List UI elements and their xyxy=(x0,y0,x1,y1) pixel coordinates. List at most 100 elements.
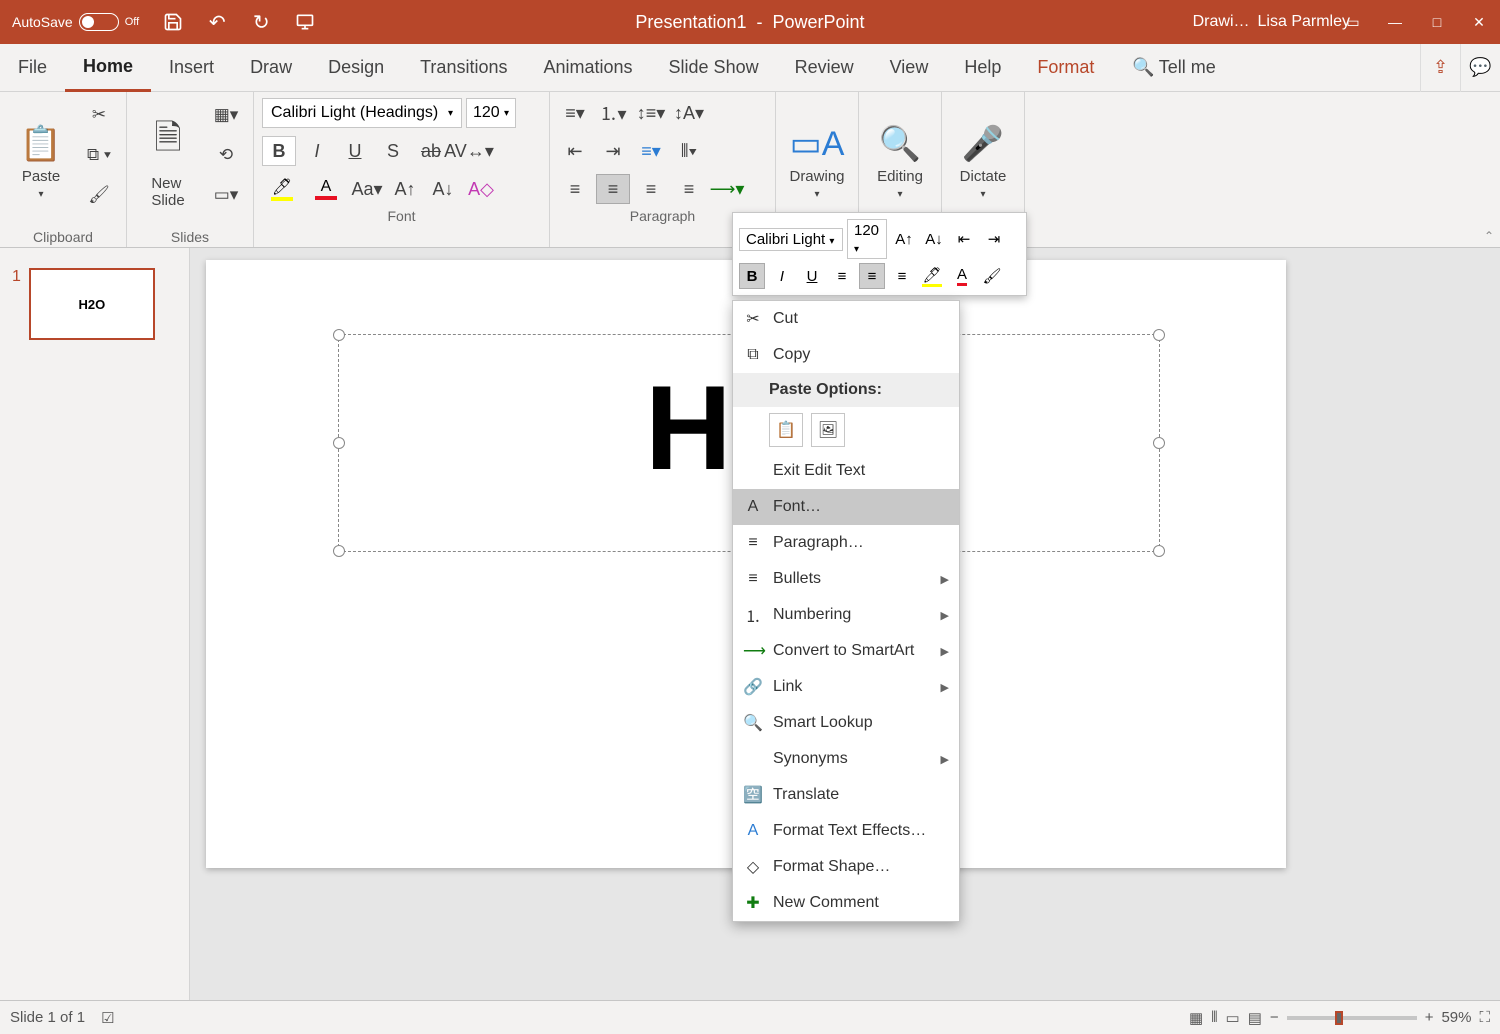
resize-handle-w[interactable] xyxy=(333,437,345,449)
slide-counter[interactable]: Slide 1 of 1 xyxy=(10,1009,85,1026)
zoom-out-button[interactable]: − xyxy=(1270,1009,1279,1026)
view-sorter-icon[interactable]: ⫴ xyxy=(1211,1009,1217,1026)
ctx-numbering[interactable]: ⒈Numbering▶ xyxy=(733,597,959,633)
mini-underline[interactable]: U xyxy=(799,263,825,289)
mini-font-color[interactable]: A xyxy=(949,263,975,289)
close-icon[interactable]: ✕ xyxy=(1458,0,1500,44)
tab-view[interactable]: View xyxy=(872,44,947,92)
comments-icon[interactable]: 💬 xyxy=(1460,44,1500,92)
mini-dec-indent[interactable]: ⇤ xyxy=(951,226,977,252)
dictate-button[interactable]: 🎤Dictate▾ xyxy=(950,98,1016,225)
ctx-link[interactable]: 🔗Link▶ xyxy=(733,669,959,705)
zoom-in-button[interactable]: + xyxy=(1425,1009,1434,1026)
ctx-new-comment[interactable]: ✚New Comment xyxy=(733,885,959,921)
slide-thumbnail-pane[interactable]: 1 H2O xyxy=(0,248,190,1000)
slide-thumbnail-1[interactable]: H2O xyxy=(29,268,155,340)
paste-button[interactable]: 📋 Paste ▾ xyxy=(8,98,74,225)
maximize-icon[interactable]: □ xyxy=(1416,0,1458,44)
toggle-switch[interactable] xyxy=(79,13,119,31)
underline-button[interactable]: U xyxy=(338,136,372,166)
share-icon[interactable]: ⇪ xyxy=(1420,44,1460,92)
highlight-button[interactable]: 🖊 xyxy=(262,177,302,201)
view-reading-icon[interactable]: ▭ xyxy=(1226,1009,1240,1027)
tab-design[interactable]: Design xyxy=(310,44,402,92)
ctx-synonyms[interactable]: Synonyms▶ xyxy=(733,741,959,777)
redo-icon[interactable]: ↻ xyxy=(239,0,283,44)
smartart-button[interactable]: ⟶▾ xyxy=(710,174,744,204)
bullets-button[interactable]: ≡▾ xyxy=(558,98,592,128)
paste-picture-icon[interactable]: 🖼 xyxy=(811,413,845,447)
mini-highlight[interactable]: 🖊 xyxy=(919,263,945,289)
ctx-bullets[interactable]: ≡Bullets▶ xyxy=(733,561,959,597)
mini-format-painter[interactable]: 🖌 xyxy=(979,263,1005,289)
layout-icon[interactable]: ▦▾ xyxy=(207,98,245,132)
new-slide-button[interactable]: 🗎 New Slide xyxy=(135,98,201,225)
align-center-button[interactable]: ≡ xyxy=(596,174,630,204)
resize-handle-ne[interactable] xyxy=(1153,329,1165,341)
mini-font-name[interactable]: Calibri Light ▾ xyxy=(739,228,843,251)
editing-button[interactable]: 🔍Editing▾ xyxy=(867,98,933,225)
shrink-font-button[interactable]: A↓ xyxy=(426,174,460,204)
tab-insert[interactable]: Insert xyxy=(151,44,232,92)
ribbon-options-icon[interactable]: ▭ xyxy=(1332,0,1374,44)
resize-handle-sw[interactable] xyxy=(333,545,345,557)
minimize-icon[interactable]: — xyxy=(1374,0,1416,44)
mini-shrink-font[interactable]: A↓ xyxy=(921,226,947,252)
mini-font-size[interactable]: 120 ▾ xyxy=(847,219,887,259)
view-normal-icon[interactable]: ▦ xyxy=(1189,1009,1203,1027)
resize-handle-e[interactable] xyxy=(1153,437,1165,449)
clear-formatting-button[interactable]: A◇ xyxy=(464,174,498,204)
paste-keep-source-icon[interactable]: 📋 xyxy=(769,413,803,447)
ctx-font[interactable]: AFont… xyxy=(733,489,959,525)
mini-bold[interactable]: B xyxy=(739,263,765,289)
resize-handle-se[interactable] xyxy=(1153,545,1165,557)
align-left-button[interactable]: ≡ xyxy=(558,174,592,204)
ctx-text-effects[interactable]: AFormat Text Effects… xyxy=(733,813,959,849)
section-icon[interactable]: ▭▾ xyxy=(207,178,245,212)
format-painter-icon[interactable]: 🖌 xyxy=(80,178,118,212)
increase-indent-button[interactable]: ⇥ xyxy=(596,136,630,166)
line-spacing-button[interactable]: ↕≡▾ xyxy=(634,98,668,128)
align-right-button[interactable]: ≡ xyxy=(634,174,668,204)
ctx-smartart[interactable]: ⟶Convert to SmartArt▶ xyxy=(733,633,959,669)
numbering-button[interactable]: ⒈▾ xyxy=(596,98,630,128)
ctx-cut[interactable]: ✂Cut xyxy=(733,301,959,337)
slide-title-text[interactable]: H xyxy=(645,359,732,497)
italic-button[interactable]: I xyxy=(300,136,334,166)
cut-icon[interactable]: ✂ xyxy=(80,98,118,132)
mini-inc-indent[interactable]: ⇥ xyxy=(981,226,1007,252)
tab-format[interactable]: Format xyxy=(1019,44,1112,92)
reset-icon[interactable]: ⟲ xyxy=(207,138,245,172)
grow-font-button[interactable]: A↑ xyxy=(388,174,422,204)
decrease-indent-button[interactable]: ⇤ xyxy=(558,136,592,166)
ctx-paragraph[interactable]: ≡Paragraph… xyxy=(733,525,959,561)
mini-italic[interactable]: I xyxy=(769,263,795,289)
mini-align-left[interactable]: ≡ xyxy=(829,263,855,289)
tab-home[interactable]: Home xyxy=(65,44,151,92)
drawing-button[interactable]: ▭ADrawing▾ xyxy=(784,98,850,225)
font-name-combo[interactable]: Calibri Light (Headings)▾ xyxy=(262,98,462,128)
ctx-translate[interactable]: 🈳Translate xyxy=(733,777,959,813)
tab-slideshow[interactable]: Slide Show xyxy=(651,44,777,92)
undo-icon[interactable]: ↶ xyxy=(195,0,239,44)
resize-handle-nw[interactable] xyxy=(333,329,345,341)
tab-file[interactable]: File xyxy=(0,44,65,92)
zoom-level[interactable]: 59% xyxy=(1441,1009,1471,1026)
ctx-exit-edit[interactable]: Exit Edit Text xyxy=(733,453,959,489)
text-direction-button[interactable]: ↕A▾ xyxy=(672,98,706,128)
char-spacing-button[interactable]: AV↔▾ xyxy=(452,136,486,166)
ctx-smart-lookup[interactable]: 🔍Smart Lookup xyxy=(733,705,959,741)
mini-grow-font[interactable]: A↑ xyxy=(891,226,917,252)
columns-button[interactable]: ⫴▾ xyxy=(672,136,706,166)
font-color-button[interactable]: A xyxy=(306,178,346,200)
mini-align-center[interactable]: ≡ xyxy=(859,263,885,289)
font-size-combo[interactable]: 120▾ xyxy=(466,98,516,128)
tab-transitions[interactable]: Transitions xyxy=(402,44,525,92)
collapse-ribbon-icon[interactable]: ⌃ xyxy=(1484,229,1494,243)
tell-me[interactable]: 🔍 Tell me xyxy=(1132,57,1215,78)
tab-review[interactable]: Review xyxy=(777,44,872,92)
ctx-copy[interactable]: ⧉Copy xyxy=(733,337,959,373)
mini-align-right[interactable]: ≡ xyxy=(889,263,915,289)
tab-draw[interactable]: Draw xyxy=(232,44,310,92)
bold-button[interactable]: B xyxy=(262,136,296,166)
